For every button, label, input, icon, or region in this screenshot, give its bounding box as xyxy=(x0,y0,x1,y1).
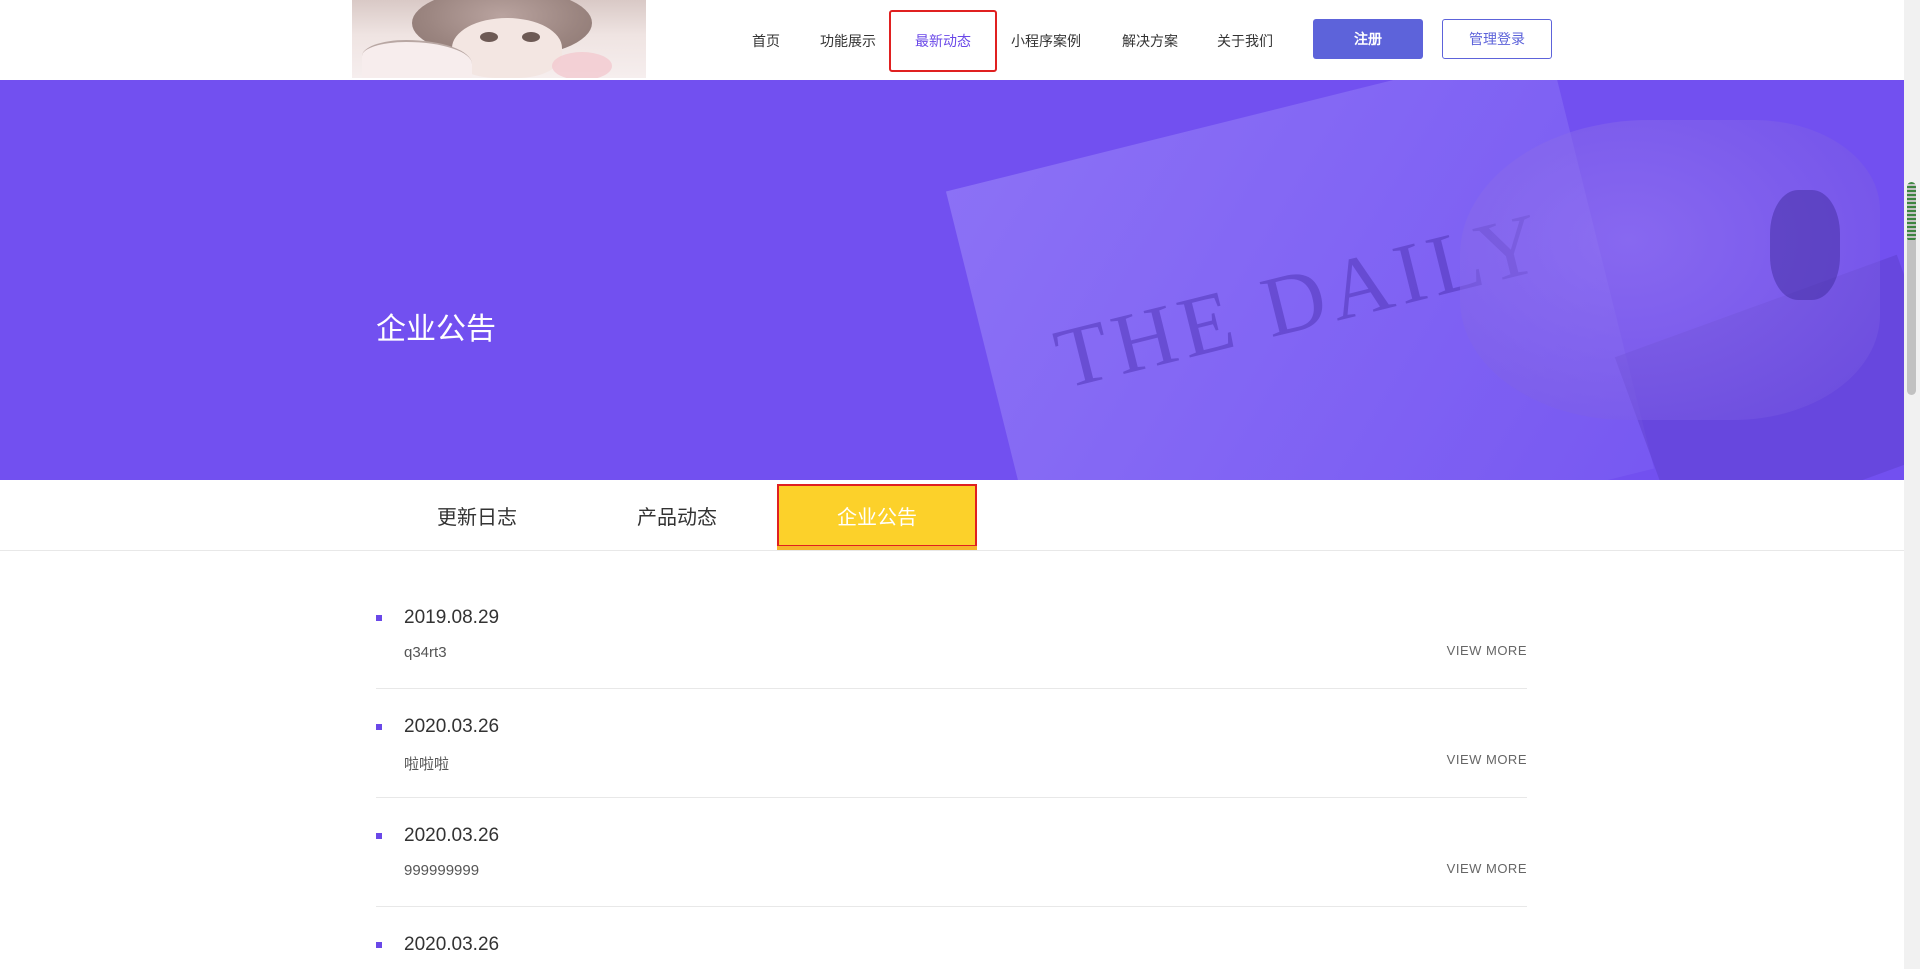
nav-home[interactable]: 首页 xyxy=(736,10,796,72)
logo-cheek-shape xyxy=(552,52,612,78)
admin-login-button[interactable]: 管理登录 xyxy=(1442,19,1552,59)
view-more-link[interactable]: VIEW MORE xyxy=(1447,643,1527,658)
item-divider xyxy=(376,797,1527,798)
bullet-icon xyxy=(376,942,382,948)
tab-update-log[interactable]: 更新日志 xyxy=(377,484,577,547)
item-date: 2020.03.26 xyxy=(404,934,500,955)
nav-solutions[interactable]: 解决方案 xyxy=(1112,10,1188,72)
bullet-icon xyxy=(376,724,382,730)
item-divider xyxy=(376,688,1527,689)
bullet-icon xyxy=(376,833,382,839)
scrollbar-grip-icon xyxy=(1907,182,1916,242)
item-date: 2020.03.26 xyxy=(404,825,500,846)
nav-about[interactable]: 关于我们 xyxy=(1207,10,1283,72)
category-tabs: 更新日志 产品动态 企业公告 xyxy=(0,480,1904,551)
nav-cases[interactable]: 小程序案例 xyxy=(1003,10,1089,72)
page-scrollbar[interactable] xyxy=(1904,0,1920,969)
logo-image[interactable] xyxy=(352,0,646,78)
bullet-icon xyxy=(376,615,382,621)
hero-banner: THE DAILY 企业公告 xyxy=(0,80,1904,480)
tab-active-underline xyxy=(777,546,977,550)
view-more-link[interactable]: VIEW MORE xyxy=(1447,752,1527,767)
item-desc: 999999999 xyxy=(404,862,480,879)
item-desc: 啦啦啦 xyxy=(404,756,450,773)
item-date: 2019.08.29 xyxy=(404,607,500,628)
logo-eye-shape xyxy=(480,32,498,42)
site-header: 首页 功能展示 最新动态 小程序案例 解决方案 关于我们 注册 管理登录 xyxy=(0,0,1904,80)
view-more-link[interactable]: VIEW MORE xyxy=(1447,861,1527,876)
item-divider xyxy=(376,906,1527,907)
tab-company-notice[interactable]: 企业公告 xyxy=(777,484,977,547)
item-date: 2020.03.26 xyxy=(404,716,500,737)
nav-news[interactable]: 最新动态 xyxy=(889,10,997,72)
register-button[interactable]: 注册 xyxy=(1313,19,1423,59)
logo-eye-shape xyxy=(522,32,540,42)
banner-title: 企业公告 xyxy=(376,313,496,346)
tab-product-news[interactable]: 产品动态 xyxy=(577,484,777,547)
banner-watch-shape xyxy=(1770,190,1840,300)
nav-features[interactable]: 功能展示 xyxy=(810,10,886,72)
item-desc: q34rt3 xyxy=(404,644,447,661)
